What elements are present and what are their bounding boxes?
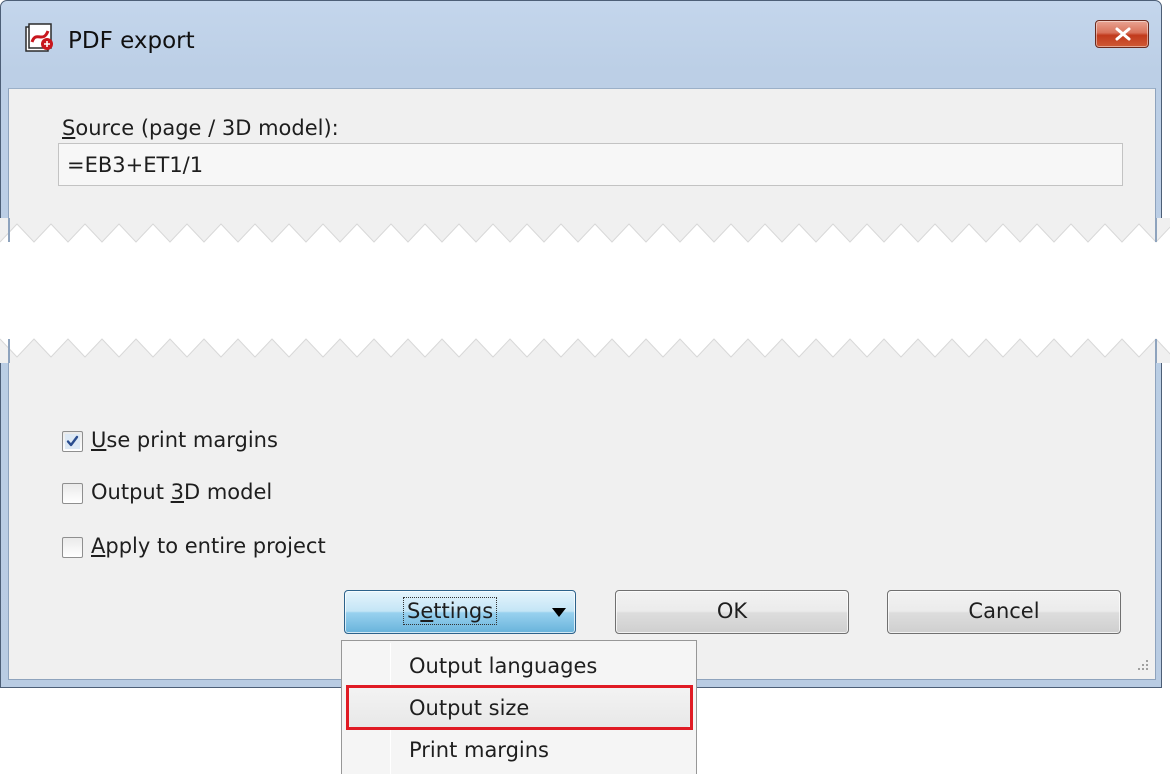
source-field[interactable]: =EB3+ET1/1 — [58, 143, 1123, 186]
highlight-box — [346, 685, 693, 730]
torn-gap — [0, 218, 1170, 363]
title-bar[interactable]: PDF export — [0, 0, 1162, 88]
ok-button-label: OK — [716, 599, 748, 623]
output-3d-model-label: Output 3D model — [91, 480, 273, 504]
pdf-export-app-icon — [23, 22, 57, 54]
checkbox-box[interactable] — [62, 537, 83, 558]
window-title: PDF export — [68, 28, 195, 54]
checkmark-icon — [65, 434, 80, 449]
close-icon — [1115, 27, 1131, 41]
cancel-button[interactable]: Cancel — [887, 590, 1121, 634]
use-print-margins-label: Use print margins — [91, 428, 278, 452]
ok-button[interactable]: OK — [615, 590, 849, 634]
close-button[interactable] — [1095, 20, 1149, 48]
menu-item-print-margins[interactable]: Print margins — [348, 729, 690, 769]
apply-to-entire-project-label: Apply to entire project — [91, 534, 326, 558]
source-value: =EB3+ET1/1 — [67, 153, 204, 177]
source-label: Source (page / 3D model): — [62, 116, 339, 140]
settings-dropdown-button[interactable]: Settings — [344, 590, 576, 634]
menu-item-label: Output languages — [409, 654, 598, 678]
menu-item-output-languages[interactable]: Output languages — [348, 645, 690, 685]
checkbox-box[interactable] — [62, 431, 83, 452]
menu-item-label: Print margins — [409, 738, 549, 762]
dropdown-arrow-icon — [552, 608, 566, 617]
settings-button-label: Settings — [402, 597, 498, 625]
resize-grip-icon[interactable] — [1136, 658, 1150, 672]
checkbox-box[interactable] — [62, 483, 83, 504]
cancel-button-label: Cancel — [968, 599, 1040, 623]
